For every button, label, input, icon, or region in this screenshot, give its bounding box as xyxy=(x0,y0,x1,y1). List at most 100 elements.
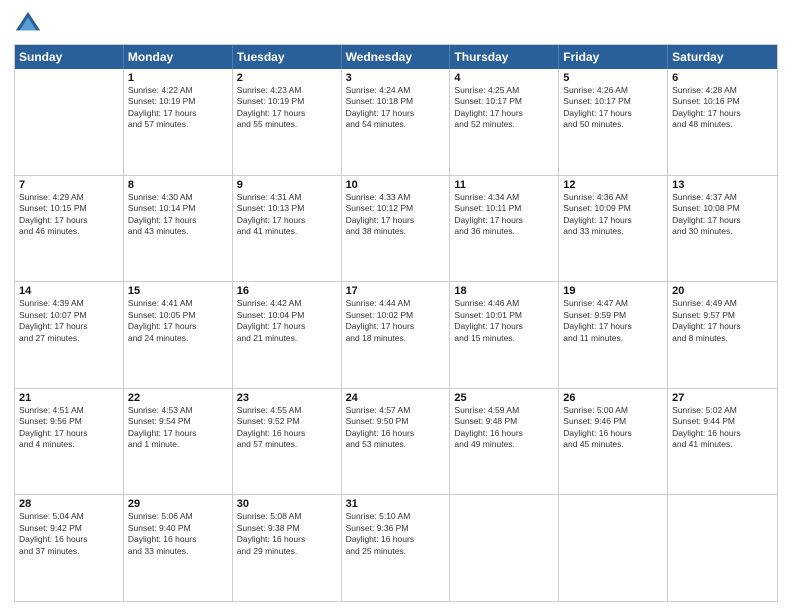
day-info: Sunrise: 4:37 AM Sunset: 10:08 PM Daylig… xyxy=(672,192,773,238)
day-number: 2 xyxy=(237,72,337,84)
calendar-cell: 21Sunrise: 4:51 AM Sunset: 9:56 PM Dayli… xyxy=(15,389,124,495)
day-number: 16 xyxy=(237,285,337,297)
calendar-cell: 14Sunrise: 4:39 AM Sunset: 10:07 PM Dayl… xyxy=(15,282,124,388)
day-number: 13 xyxy=(672,179,773,191)
day-number: 8 xyxy=(128,179,228,191)
calendar-cell: 24Sunrise: 4:57 AM Sunset: 9:50 PM Dayli… xyxy=(342,389,451,495)
day-number: 18 xyxy=(454,285,554,297)
calendar-cell xyxy=(15,69,124,175)
day-info: Sunrise: 4:51 AM Sunset: 9:56 PM Dayligh… xyxy=(19,405,119,451)
day-info: Sunrise: 4:30 AM Sunset: 10:14 PM Daylig… xyxy=(128,192,228,238)
day-info: Sunrise: 5:00 AM Sunset: 9:46 PM Dayligh… xyxy=(563,405,663,451)
logo-icon xyxy=(14,10,42,38)
calendar-cell: 11Sunrise: 4:34 AM Sunset: 10:11 PM Dayl… xyxy=(450,176,559,282)
day-info: Sunrise: 4:26 AM Sunset: 10:17 PM Daylig… xyxy=(563,85,663,131)
calendar-cell xyxy=(450,495,559,601)
day-number: 11 xyxy=(454,179,554,191)
calendar-cell: 16Sunrise: 4:42 AM Sunset: 10:04 PM Dayl… xyxy=(233,282,342,388)
page: SundayMondayTuesdayWednesdayThursdayFrid… xyxy=(0,0,792,612)
day-number: 28 xyxy=(19,498,119,510)
calendar-cell: 23Sunrise: 4:55 AM Sunset: 9:52 PM Dayli… xyxy=(233,389,342,495)
calendar-cell: 30Sunrise: 5:08 AM Sunset: 9:38 PM Dayli… xyxy=(233,495,342,601)
calendar-cell: 27Sunrise: 5:02 AM Sunset: 9:44 PM Dayli… xyxy=(668,389,777,495)
day-number: 19 xyxy=(563,285,663,297)
calendar-header: SundayMondayTuesdayWednesdayThursdayFrid… xyxy=(15,45,777,69)
day-number: 27 xyxy=(672,392,773,404)
calendar-cell: 19Sunrise: 4:47 AM Sunset: 9:59 PM Dayli… xyxy=(559,282,668,388)
calendar-cell: 5Sunrise: 4:26 AM Sunset: 10:17 PM Dayli… xyxy=(559,69,668,175)
day-number: 30 xyxy=(237,498,337,510)
day-info: Sunrise: 4:22 AM Sunset: 10:19 PM Daylig… xyxy=(128,85,228,131)
calendar-week-1: 1Sunrise: 4:22 AM Sunset: 10:19 PM Dayli… xyxy=(15,69,777,175)
day-number: 3 xyxy=(346,72,446,84)
day-of-week-saturday: Saturday xyxy=(668,45,777,69)
day-info: Sunrise: 4:33 AM Sunset: 10:12 PM Daylig… xyxy=(346,192,446,238)
calendar-week-2: 7Sunrise: 4:29 AM Sunset: 10:15 PM Dayli… xyxy=(15,175,777,282)
day-info: Sunrise: 5:06 AM Sunset: 9:40 PM Dayligh… xyxy=(128,511,228,557)
day-info: Sunrise: 4:29 AM Sunset: 10:15 PM Daylig… xyxy=(19,192,119,238)
day-of-week-wednesday: Wednesday xyxy=(342,45,451,69)
day-number: 7 xyxy=(19,179,119,191)
calendar-cell: 31Sunrise: 5:10 AM Sunset: 9:36 PM Dayli… xyxy=(342,495,451,601)
day-number: 4 xyxy=(454,72,554,84)
calendar-cell: 25Sunrise: 4:59 AM Sunset: 9:48 PM Dayli… xyxy=(450,389,559,495)
calendar-cell: 7Sunrise: 4:29 AM Sunset: 10:15 PM Dayli… xyxy=(15,176,124,282)
calendar-cell: 9Sunrise: 4:31 AM Sunset: 10:13 PM Dayli… xyxy=(233,176,342,282)
calendar-cell: 26Sunrise: 5:00 AM Sunset: 9:46 PM Dayli… xyxy=(559,389,668,495)
day-info: Sunrise: 4:36 AM Sunset: 10:09 PM Daylig… xyxy=(563,192,663,238)
day-number: 5 xyxy=(563,72,663,84)
day-info: Sunrise: 4:59 AM Sunset: 9:48 PM Dayligh… xyxy=(454,405,554,451)
day-number: 25 xyxy=(454,392,554,404)
day-info: Sunrise: 5:08 AM Sunset: 9:38 PM Dayligh… xyxy=(237,511,337,557)
day-number: 10 xyxy=(346,179,446,191)
calendar-cell: 6Sunrise: 4:28 AM Sunset: 10:16 PM Dayli… xyxy=(668,69,777,175)
calendar-cell: 20Sunrise: 4:49 AM Sunset: 9:57 PM Dayli… xyxy=(668,282,777,388)
calendar-cell: 8Sunrise: 4:30 AM Sunset: 10:14 PM Dayli… xyxy=(124,176,233,282)
day-number: 24 xyxy=(346,392,446,404)
day-info: Sunrise: 4:47 AM Sunset: 9:59 PM Dayligh… xyxy=(563,298,663,344)
calendar-cell: 13Sunrise: 4:37 AM Sunset: 10:08 PM Dayl… xyxy=(668,176,777,282)
day-info: Sunrise: 4:39 AM Sunset: 10:07 PM Daylig… xyxy=(19,298,119,344)
day-info: Sunrise: 4:24 AM Sunset: 10:18 PM Daylig… xyxy=(346,85,446,131)
calendar: SundayMondayTuesdayWednesdayThursdayFrid… xyxy=(14,44,778,602)
day-info: Sunrise: 4:41 AM Sunset: 10:05 PM Daylig… xyxy=(128,298,228,344)
calendar-cell: 4Sunrise: 4:25 AM Sunset: 10:17 PM Dayli… xyxy=(450,69,559,175)
day-info: Sunrise: 4:34 AM Sunset: 10:11 PM Daylig… xyxy=(454,192,554,238)
calendar-week-5: 28Sunrise: 5:04 AM Sunset: 9:42 PM Dayli… xyxy=(15,494,777,601)
day-of-week-tuesday: Tuesday xyxy=(233,45,342,69)
calendar-body: 1Sunrise: 4:22 AM Sunset: 10:19 PM Dayli… xyxy=(15,69,777,601)
day-number: 15 xyxy=(128,285,228,297)
day-of-week-friday: Friday xyxy=(559,45,668,69)
day-of-week-monday: Monday xyxy=(124,45,233,69)
day-number: 22 xyxy=(128,392,228,404)
logo xyxy=(14,10,46,38)
day-info: Sunrise: 4:49 AM Sunset: 9:57 PM Dayligh… xyxy=(672,298,773,344)
day-number: 23 xyxy=(237,392,337,404)
calendar-cell: 29Sunrise: 5:06 AM Sunset: 9:40 PM Dayli… xyxy=(124,495,233,601)
day-number: 6 xyxy=(672,72,773,84)
day-number: 26 xyxy=(563,392,663,404)
day-info: Sunrise: 4:55 AM Sunset: 9:52 PM Dayligh… xyxy=(237,405,337,451)
day-info: Sunrise: 4:25 AM Sunset: 10:17 PM Daylig… xyxy=(454,85,554,131)
header xyxy=(14,10,778,38)
calendar-cell: 12Sunrise: 4:36 AM Sunset: 10:09 PM Dayl… xyxy=(559,176,668,282)
day-info: Sunrise: 5:02 AM Sunset: 9:44 PM Dayligh… xyxy=(672,405,773,451)
day-info: Sunrise: 4:23 AM Sunset: 10:19 PM Daylig… xyxy=(237,85,337,131)
day-number: 9 xyxy=(237,179,337,191)
day-info: Sunrise: 4:31 AM Sunset: 10:13 PM Daylig… xyxy=(237,192,337,238)
day-number: 29 xyxy=(128,498,228,510)
day-info: Sunrise: 5:10 AM Sunset: 9:36 PM Dayligh… xyxy=(346,511,446,557)
day-info: Sunrise: 4:28 AM Sunset: 10:16 PM Daylig… xyxy=(672,85,773,131)
day-info: Sunrise: 4:57 AM Sunset: 9:50 PM Dayligh… xyxy=(346,405,446,451)
day-number: 20 xyxy=(672,285,773,297)
day-number: 31 xyxy=(346,498,446,510)
day-number: 1 xyxy=(128,72,228,84)
day-number: 14 xyxy=(19,285,119,297)
day-of-week-thursday: Thursday xyxy=(450,45,559,69)
day-of-week-sunday: Sunday xyxy=(15,45,124,69)
calendar-week-4: 21Sunrise: 4:51 AM Sunset: 9:56 PM Dayli… xyxy=(15,388,777,495)
calendar-cell: 15Sunrise: 4:41 AM Sunset: 10:05 PM Dayl… xyxy=(124,282,233,388)
day-info: Sunrise: 5:04 AM Sunset: 9:42 PM Dayligh… xyxy=(19,511,119,557)
calendar-cell xyxy=(668,495,777,601)
calendar-cell: 1Sunrise: 4:22 AM Sunset: 10:19 PM Dayli… xyxy=(124,69,233,175)
